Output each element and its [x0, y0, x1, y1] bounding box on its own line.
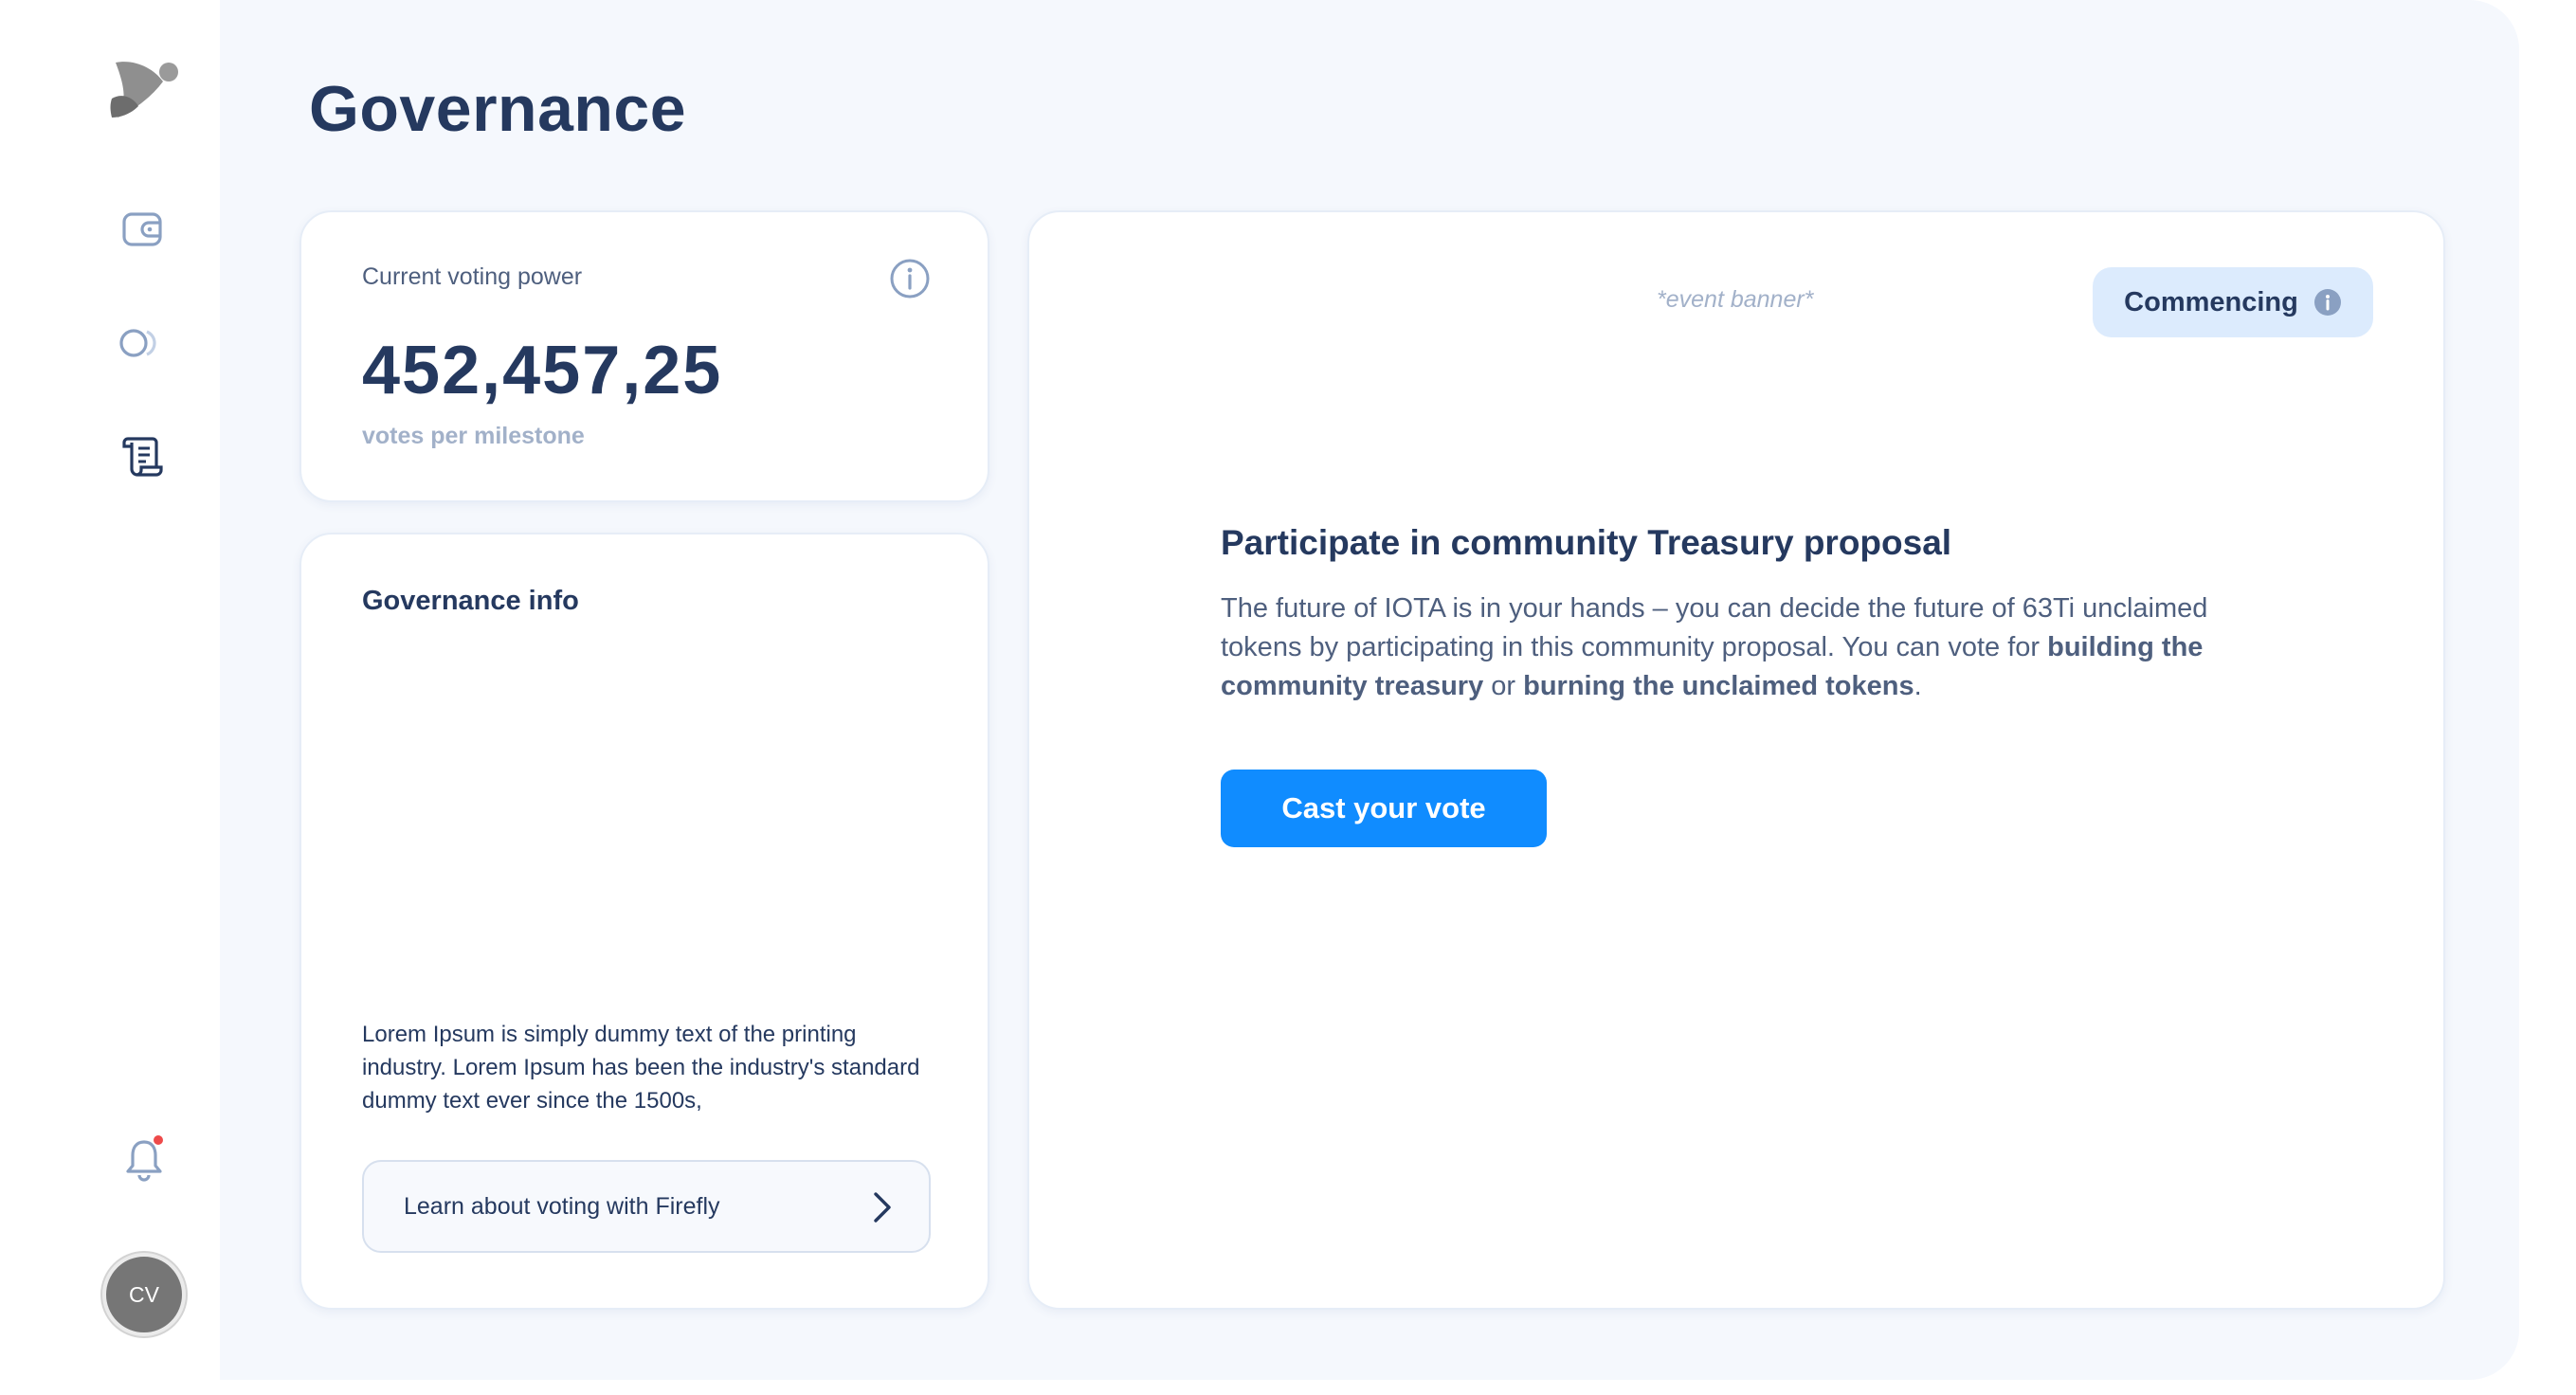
learn-voting-link[interactable]: Learn about voting with Firefly [362, 1160, 931, 1253]
voting-power-card: Current voting power 452,457,25 votes pe… [299, 210, 989, 502]
voting-power-unit: votes per milestone [362, 423, 585, 449]
info-filled-icon [2313, 289, 2341, 316]
firefly-logo[interactable] [106, 55, 186, 123]
chevron-right-icon [874, 1192, 891, 1223]
vote-option-burn: burning the unclaimed tokens [1523, 671, 1914, 701]
status-label: Commencing [2124, 286, 2298, 317]
main-content: Governance Current voting power 452,457,… [220, 0, 2519, 1380]
event-description: The future of IOTA is in your hands – yo… [1221, 589, 2292, 706]
cast-vote-button[interactable]: Cast your vote [1221, 770, 1547, 847]
voting-power-value: 452,457,25 [362, 333, 723, 408]
sidebar-item-wallet[interactable] [110, 197, 174, 262]
bell-icon [126, 1135, 163, 1182]
notifications-button[interactable] [112, 1126, 176, 1190]
sidebar: CV [0, 0, 220, 1395]
scroll-icon [122, 437, 163, 477]
event-card: *event banner* Commencing Participate in… [1027, 210, 2445, 1310]
avatar-initials: CV [129, 1281, 159, 1307]
wallet-icon [122, 212, 162, 246]
page-title: Governance [309, 73, 687, 145]
info-icon [890, 259, 930, 299]
voting-power-label: Current voting power [362, 263, 583, 290]
profile-avatar[interactable]: CV [102, 1253, 186, 1336]
governance-info-card: Governance info Lorem Ipsum is simply du… [299, 533, 989, 1310]
sidebar-item-governance[interactable] [110, 425, 174, 489]
info-button[interactable] [889, 258, 931, 299]
event-banner-placeholder: *event banner* [1657, 286, 1814, 313]
learn-voting-label: Learn about voting with Firefly [404, 1192, 720, 1220]
sidebar-item-collectibles[interactable] [110, 311, 174, 375]
governance-info-body: Lorem Ipsum is simply dummy text of the … [362, 1022, 920, 1114]
event-description-end: . [1914, 671, 1922, 701]
toggle-circles-icon [119, 329, 156, 357]
governance-info-title: Governance info [362, 586, 579, 616]
status-badge[interactable]: Commencing [2093, 267, 2373, 337]
notification-dot [154, 1135, 163, 1145]
event-description-or: or [1483, 671, 1524, 701]
event-heading: Participate in community Treasury propos… [1221, 523, 1952, 562]
